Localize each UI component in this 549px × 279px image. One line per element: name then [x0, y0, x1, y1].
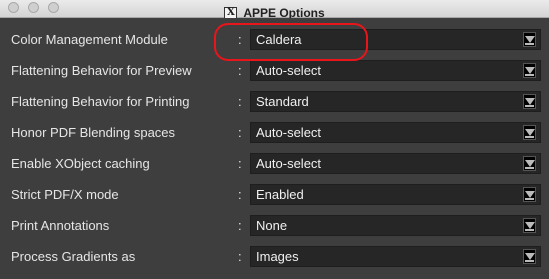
select-value: Standard	[256, 94, 309, 109]
flattening-preview-select[interactable]: Auto-select	[250, 60, 541, 81]
option-row-flattening-printing: Flattening Behavior for Printing : Stand…	[0, 87, 549, 118]
option-row-xobject-caching: Enable XObject caching : Auto-select	[0, 149, 549, 180]
option-separator: :	[238, 187, 242, 202]
dropdown-arrow-icon[interactable]	[523, 125, 536, 140]
option-row-blending-spaces: Honor PDF Blending spaces : Auto-select	[0, 118, 549, 149]
flattening-printing-select[interactable]: Standard	[250, 91, 541, 112]
option-separator: :	[238, 249, 242, 264]
dropdown-arrow-icon[interactable]	[523, 218, 536, 233]
select-value: None	[256, 218, 288, 233]
select-value: Enabled	[256, 187, 304, 202]
xobject-caching-select[interactable]: Auto-select	[250, 153, 541, 174]
print-annotations-select[interactable]: None	[250, 215, 541, 236]
option-row-strict-pdfx: Strict PDF/X mode : Enabled	[0, 180, 549, 211]
select-value: Images	[256, 249, 299, 264]
option-label: Honor PDF Blending spaces	[11, 125, 176, 140]
dropdown-arrow-icon[interactable]	[523, 156, 536, 171]
option-label: Strict PDF/X mode	[11, 187, 119, 202]
option-separator: :	[238, 218, 242, 233]
annotation-highlight-circle	[214, 23, 368, 61]
option-label: Print Annotations	[11, 218, 110, 233]
option-separator: :	[238, 156, 242, 171]
dropdown-arrow-icon[interactable]	[523, 187, 536, 202]
select-value: Auto-select	[256, 63, 322, 78]
option-row-process-gradients: Process Gradients as : Images	[0, 242, 549, 273]
dropdown-arrow-icon[interactable]	[523, 249, 536, 264]
option-separator: :	[238, 94, 242, 109]
option-row-print-annotations: Print Annotations : None	[0, 211, 549, 242]
dropdown-arrow-icon[interactable]	[523, 32, 536, 47]
option-label: Enable XObject caching	[11, 156, 150, 171]
option-label: Color Management Module	[11, 32, 168, 47]
process-gradients-select[interactable]: Images	[250, 246, 541, 267]
select-value: Auto-select	[256, 156, 322, 171]
option-label: Flattening Behavior for Printing	[11, 94, 190, 109]
select-value: Auto-select	[256, 125, 322, 140]
option-separator: :	[238, 63, 242, 78]
dropdown-arrow-icon[interactable]	[523, 94, 536, 109]
title-bar: X APPE Options	[0, 0, 549, 20]
option-label: Process Gradients as	[11, 249, 136, 264]
blending-spaces-select[interactable]: Auto-select	[250, 122, 541, 143]
strict-pdfx-select[interactable]: Enabled	[250, 184, 541, 205]
option-separator: :	[238, 125, 242, 140]
dropdown-arrow-icon[interactable]	[523, 63, 536, 78]
option-label: Flattening Behavior for Preview	[11, 63, 192, 78]
